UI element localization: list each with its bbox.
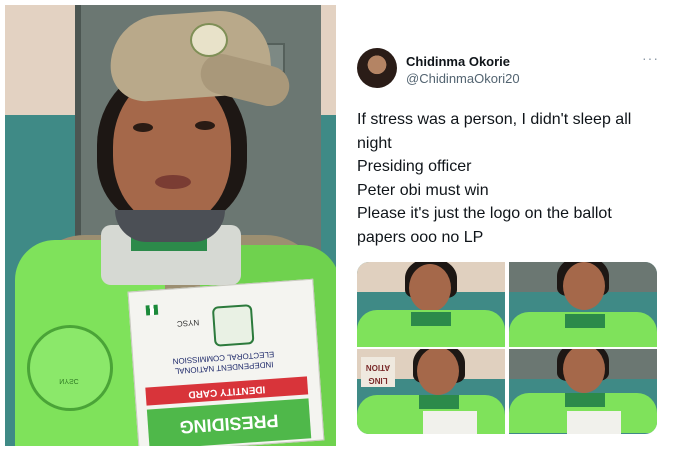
vest-emblem-text: NYSC (59, 377, 79, 384)
tweet-line: If stress was a person, I didn't sleep a… (357, 111, 632, 128)
cap-badge-icon (190, 23, 228, 57)
tile-collar (565, 314, 605, 328)
tile-collar (419, 395, 459, 409)
nigeria-flag-icon (145, 304, 159, 316)
tweet-line: Peter obi must win (357, 181, 489, 199)
vest-emblem (27, 325, 113, 411)
media-thumbnail-4[interactable] (509, 349, 657, 434)
author-name[interactable]: Chidinma Okorie (406, 54, 510, 69)
more-options-icon[interactable]: ··· (642, 50, 659, 66)
tweet-media-grid: LING ATION (357, 262, 657, 434)
tile-id-card (567, 411, 621, 434)
tweet-line: papers ooo no LP (357, 228, 484, 246)
lips (155, 175, 191, 189)
inec-logo-icon (211, 304, 255, 347)
id-card: NYSC INDEPENDENT NATIONAL ELECTORAL COMM… (127, 278, 325, 446)
tile-face (417, 349, 459, 395)
id-card-green-band: PRESIDING (146, 398, 312, 446)
media-thumbnail-2[interactable] (509, 262, 657, 347)
id-card-green-text: PRESIDING (178, 410, 280, 438)
avatar[interactable] (357, 48, 397, 88)
face-mask (115, 210, 225, 242)
tile-sign: LING ATION (361, 357, 395, 387)
selfie-photo[interactable]: NYSC NYSC INDEPENDENT NATIONAL ELECTORAL… (5, 5, 336, 446)
right-eye (195, 121, 215, 130)
tile-collar (565, 393, 605, 407)
left-eye (133, 123, 153, 132)
tile-face (409, 264, 451, 312)
tweet-line: Presiding officer (357, 158, 472, 175)
tile-collar (411, 312, 451, 326)
tile-id-card (423, 411, 477, 434)
id-card-small-label: NYSC (176, 317, 200, 329)
tile-face (563, 262, 605, 310)
id-card-org-name: INDEPENDENT NATIONAL ELECTORAL COMMISSIO… (143, 347, 304, 378)
tile-face (563, 349, 605, 393)
tweet-line: night (357, 134, 392, 152)
author-handle[interactable]: @ChidinmaOkori20 (406, 71, 520, 86)
media-thumbnail-1[interactable] (357, 262, 505, 347)
tweet-line: Please it's just the logo on the ballot (357, 205, 612, 222)
tweet-text: If stress was a person, I didn't sleep a… (357, 108, 667, 249)
media-thumbnail-3[interactable]: LING ATION (357, 349, 505, 434)
